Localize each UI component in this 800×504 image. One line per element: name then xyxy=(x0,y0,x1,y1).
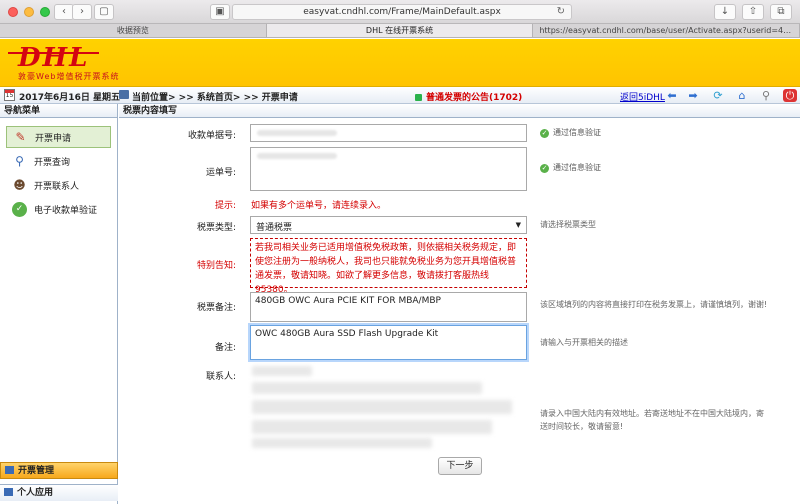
sidebar-item-label: 开票查询 xyxy=(34,157,71,168)
back-to-5idhl-link[interactable]: 返回5iDHL xyxy=(620,90,665,103)
section-label: 开票管理 xyxy=(18,466,55,476)
back-arrow-icon[interactable]: ‹ xyxy=(54,4,74,20)
speaker-icon xyxy=(415,94,422,101)
tab-bar: 收据预览 DHL 在线开票系统 https://easyvat.cndhl.co… xyxy=(0,24,800,38)
zoom-window-button[interactable] xyxy=(40,7,50,17)
waybill-textarea[interactable] xyxy=(250,147,527,191)
status-bar: 15 2017年6月16日 星期五 当前位置> >> 系统首页> >> 开票申请… xyxy=(0,87,800,104)
check-circle-icon: ✓ xyxy=(540,164,549,173)
sidebar-item-invoice-apply[interactable]: ✎ 开票申请 xyxy=(6,126,111,148)
sidebar-item-invoice-contact[interactable]: ☻ 开票联系人 xyxy=(6,174,111,196)
address-hint: 请录入中国大陆内有效地址。若寄送地址不在中国大陆境内，寄送时间较长，敬请留意! xyxy=(540,409,764,431)
sidebar-toggle-icon[interactable]: ▢ xyxy=(94,4,114,20)
sidebar-item-label: 开票申请 xyxy=(35,133,72,144)
folder-icon xyxy=(4,488,13,496)
contact-label: 联系人: xyxy=(205,372,236,382)
monitor-icon xyxy=(119,90,129,99)
close-window-button[interactable] xyxy=(8,7,18,17)
contact-address-line xyxy=(252,382,482,394)
verified-text: 通过信息验证 xyxy=(553,163,601,172)
special-notice-box: 若我司相关业务已适用增值税免税政策，则依据相关税务规定，即使您注册为一般纳税人，… xyxy=(250,238,527,295)
magnifier-icon: ⚲ xyxy=(15,153,24,168)
current-date: 2017年6月16日 星期五 xyxy=(19,93,120,103)
tabs-overview-icon[interactable]: ⧉ xyxy=(770,4,792,20)
contact-address-line xyxy=(252,420,492,434)
share-icon[interactable]: ⇧ xyxy=(742,4,764,20)
announcement-link[interactable]: 普通发票的公告(1702) xyxy=(415,90,522,103)
calendar-icon: 15 xyxy=(4,89,15,101)
sidebar-title: 导航菜单 xyxy=(0,104,117,118)
power-icon[interactable]: ⏻ xyxy=(783,89,797,102)
sidebar-section-invoice-management[interactable]: 开票管理 xyxy=(0,462,118,479)
address-bar[interactable]: easyvat.cndhl.com/Frame/MainDefault.aspx… xyxy=(232,4,572,20)
sidebar-item-invoice-query[interactable]: ⚲ 开票查询 xyxy=(6,150,111,172)
section-label: 个人应用 xyxy=(17,488,54,498)
waybill-verified-status: ✓ 通过信息验证 xyxy=(540,162,601,173)
receipt-verified-status: ✓ 通过信息验证 xyxy=(540,127,601,138)
waybill-label: 运单号: xyxy=(205,168,236,178)
header-banner: DHL 敦豪Web增值税开票系统 xyxy=(0,39,800,87)
check-circle-icon: ✓ xyxy=(12,201,27,217)
contact-address-line xyxy=(252,400,512,414)
pencil-ruler-icon: ✎ xyxy=(15,129,26,144)
sidebar: 导航菜单 ✎ 开票申请 ⚲ 开票查询 ☻ 开票联系人 ✓ 电子收款单验证 开票管… xyxy=(0,104,118,504)
remark-hint: 请输入与开票相关的描述 xyxy=(540,338,628,347)
tax-type-label: 税票类型: xyxy=(196,223,236,233)
refresh-icon[interactable]: ⟳ xyxy=(711,89,725,102)
sidebar-section-personal-apps[interactable]: 个人应用 xyxy=(0,484,118,501)
tab-dhl-invoice[interactable]: DHL 在线开票系统 xyxy=(266,24,534,37)
contact-address-line xyxy=(252,438,432,448)
sidebar-item-receipt-verify[interactable]: ✓ 电子收款单验证 xyxy=(6,198,111,220)
folder-icon xyxy=(5,466,14,474)
remark-label: 备注: xyxy=(214,343,236,353)
breadcrumb: 当前位置> >> 系统首页> >> 开票申请 xyxy=(132,93,298,103)
contact-person-icon: ☻ xyxy=(13,177,26,192)
tab-activate[interactable]: https://easyvat.cndhl.com/base/user/Acti… xyxy=(533,24,800,37)
tax-remark-hint: 该区域填列的内容将直接打印在税务发票上，请谨慎填列，谢谢! xyxy=(540,300,768,309)
tax-remark-textarea[interactable]: 480GB OWC Aura PCIE KIT FOR MBA/MBP xyxy=(250,292,527,322)
minimize-window-button[interactable] xyxy=(24,7,34,17)
tab-receipt-preview[interactable]: 收据预览 xyxy=(0,24,267,37)
tax-type-value: 普通税票 xyxy=(256,223,293,233)
check-circle-icon: ✓ xyxy=(540,129,549,138)
tax-type-hint: 请选择税票类型 xyxy=(540,220,596,229)
sidebar-item-label: 电子收款单验证 xyxy=(34,205,98,216)
prompt-label: 提示: xyxy=(214,201,236,211)
reload-icon[interactable]: ↻ xyxy=(557,5,565,19)
tax-remark-label: 税票备注: xyxy=(196,303,236,313)
url-text: easyvat.cndhl.com/Frame/MainDefault.aspx xyxy=(303,7,501,17)
contact-select[interactable] xyxy=(252,366,312,376)
browser-toolbar: ‹ › ▢ ▣ easyvat.cndhl.com/Frame/MainDefa… xyxy=(0,0,800,24)
dhl-logo: DHL xyxy=(7,43,100,73)
back-arrow-icon[interactable]: ⬅ xyxy=(665,89,679,102)
prompt-text: 如果有多个运单号，请连续录入。 xyxy=(251,201,387,211)
forward-arrow-icon[interactable]: ➡ xyxy=(686,89,700,102)
remark-textarea[interactable]: OWC 480GB Aura SSD Flash Upgrade Kit xyxy=(250,325,527,360)
reader-icon[interactable]: ▣ xyxy=(210,4,230,20)
receipt-number-label: 收款单据号: xyxy=(187,131,236,141)
next-step-button[interactable]: 下一步 xyxy=(438,457,482,475)
system-subtitle: 敦豪Web增值税开票系统 xyxy=(18,72,120,81)
section-title: 税票内容填写 xyxy=(119,104,800,118)
download-icon[interactable]: ↓ xyxy=(714,4,736,20)
sidebar-item-label: 开票联系人 xyxy=(34,181,80,192)
dropdown-arrow-icon: ▼ xyxy=(515,221,521,229)
receipt-number-input[interactable] xyxy=(250,124,527,142)
home-icon[interactable]: ⌂ xyxy=(735,89,749,102)
forward-arrow-icon[interactable]: › xyxy=(72,4,92,20)
verified-text: 通过信息验证 xyxy=(553,128,601,137)
announcement-text: 普通发票的公告(1702) xyxy=(426,93,523,103)
search-icon[interactable]: ⚲ xyxy=(759,89,773,102)
special-notice-label: 特别告知: xyxy=(196,261,236,271)
tax-type-select[interactable]: 普通税票 ▼ xyxy=(250,216,527,234)
